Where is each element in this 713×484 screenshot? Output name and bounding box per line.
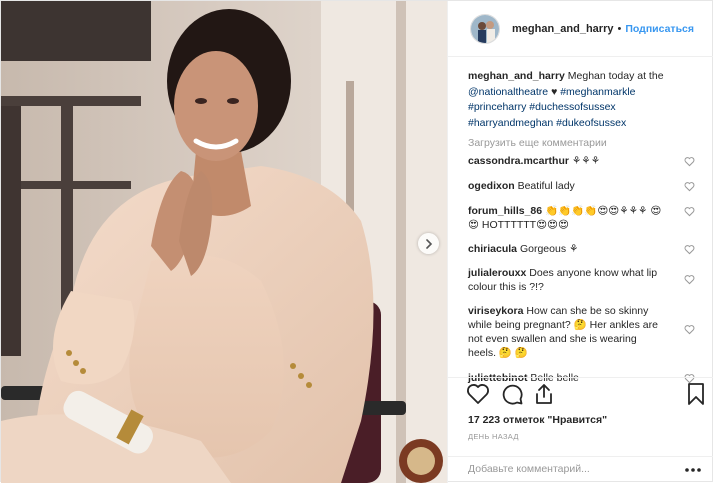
comment-username[interactable]: ogedixon [468,180,515,192]
post-sidebar: meghan_and_harry • Подписаться meghan_an… [447,1,713,483]
next-photo-button[interactable] [418,233,439,254]
avatar[interactable] [470,13,500,44]
bookmark-icon[interactable] [684,382,708,406]
caption-heart: ♥ [551,85,558,98]
comment-text: ⚘⚘⚘ [571,155,601,167]
comment-username[interactable]: julialerouxx [468,267,526,279]
hashtag-link[interactable]: #duchessofsussex [529,101,615,113]
follow-button[interactable]: Подписаться [625,23,694,35]
heart-icon[interactable] [684,324,695,335]
post-timestamp[interactable]: ДЕНЬ НАЗАД [468,432,519,441]
more-options-icon[interactable] [683,463,703,477]
hashtag-link[interactable]: #dukeofsussex [556,117,626,129]
post-header: meghan_and_harry • Подписаться [448,1,713,57]
comment-username[interactable]: viriseykora [468,305,523,317]
comment-text: Gorgeous ⚘ [519,243,579,255]
comment-item: viriseykora How can she be so skinny whi… [468,304,695,360]
heart-icon[interactable] [684,156,695,167]
comment-item: julialerouxx Does anyone know what lip c… [468,266,695,294]
comment-username[interactable]: cassondra.mcarthur [468,155,569,167]
comment-item: ogedixon Beatiful lady [468,179,695,193]
caption-username[interactable]: meghan_and_harry [468,70,565,82]
header-username[interactable]: meghan_and_harry [512,23,613,35]
heart-icon[interactable] [684,206,695,217]
post-photo[interactable] [1,1,447,483]
likes-count[interactable]: 17 223 отметок "Нравится" [468,414,607,426]
comment-item: forum_hills_86 👏👏👏👏😍😍⚘⚘⚘ 😍😍 HOTTTTTT😍😍😍 [468,204,695,232]
comment-username[interactable]: chiriacula [468,243,517,255]
separator-dot: • [617,22,622,35]
comment-input[interactable] [468,463,658,475]
comment-username[interactable]: forum_hills_86 [468,205,542,217]
avatar-image [471,14,499,43]
hashtag-link[interactable]: #meghanmarkle [560,86,635,98]
chevron-right-icon [425,238,432,249]
hashtag-link[interactable]: #harryandmeghan [468,117,553,129]
post-caption: meghan_and_harry Meghan today at the @na… [468,69,693,131]
comment-item: cassondra.mcarthur ⚘⚘⚘ [468,154,695,168]
heart-icon[interactable] [684,181,695,192]
heart-icon[interactable] [684,244,695,255]
photo-illustration [1,1,447,483]
hashtag-link[interactable]: #princeharry [468,101,526,113]
heart-icon[interactable] [466,382,490,406]
post-actions: 17 223 отметок "Нравится" ДЕНЬ НАЗАД [448,377,713,483]
instagram-post: meghan_and_harry • Подписаться meghan_an… [0,0,713,483]
load-more-comments-button[interactable]: Загрузить еще комментарии [468,136,693,150]
caption-text: Meghan today at the [567,70,664,82]
comments-section: meghan_and_harry Meghan today at the @na… [468,69,695,385]
heart-icon[interactable] [684,274,695,285]
comment-icon[interactable] [500,382,524,406]
comment-text: Beatiful lady [517,180,575,192]
mention-link[interactable]: @nationaltheatre [468,86,548,98]
share-icon[interactable] [532,382,556,406]
comment-item: chiriacula Gorgeous ⚘ [468,242,695,256]
add-comment-bar [448,456,713,484]
